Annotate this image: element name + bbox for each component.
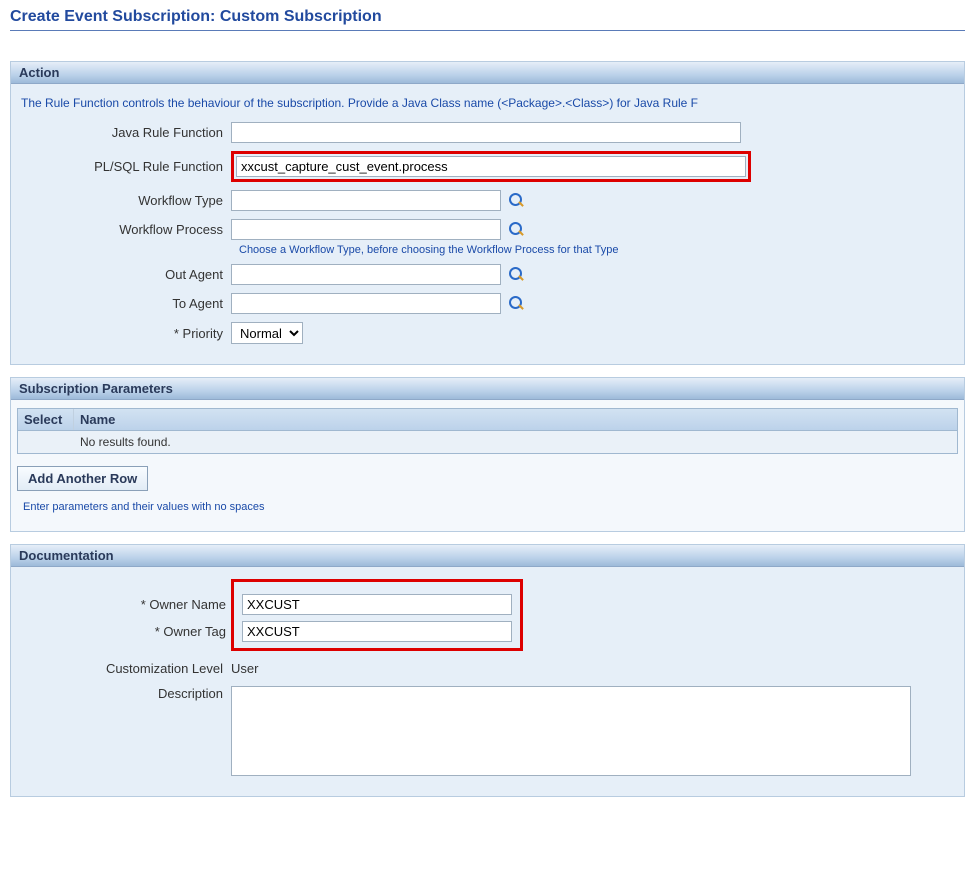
section-header-subscription-parameters: Subscription Parameters [11,378,964,400]
table-row: No results found. [24,435,951,449]
label-owner-name: * Owner Name [24,597,234,612]
section-documentation: Documentation * Owner Name * Owner Tag [10,544,965,797]
section-header-action: Action [11,62,964,84]
label-java-rule-function: Java Rule Function [21,125,231,140]
highlight-plsql [231,151,751,182]
description-textarea[interactable] [231,686,911,776]
label-workflow-process: Workflow Process [21,222,231,237]
owner-tag-input[interactable] [242,621,512,642]
search-icon[interactable] [507,266,525,284]
column-header-name: Name [74,409,957,430]
to-agent-input[interactable] [231,293,501,314]
workflow-type-input[interactable] [231,190,501,211]
label-priority: * Priority [21,326,231,341]
search-icon[interactable] [507,295,525,313]
label-to-agent: To Agent [21,296,231,311]
action-helper-text: The Rule Function controls the behaviour… [21,96,954,110]
priority-select[interactable]: Normal [231,322,303,344]
label-description: Description [21,686,231,701]
out-agent-input[interactable] [231,264,501,285]
parameters-table: Select Name No results found. [17,408,958,454]
title-rule [10,30,965,31]
label-customization-level: Customization Level [21,661,231,676]
java-rule-function-input[interactable] [231,122,741,143]
section-header-documentation: Documentation [11,545,964,567]
label-out-agent: Out Agent [21,267,231,282]
section-subscription-parameters: Subscription Parameters Select Name No r… [10,377,965,532]
column-header-select: Select [18,409,74,430]
label-workflow-type: Workflow Type [21,193,231,208]
page-title: Create Event Subscription: Custom Subscr… [0,0,975,30]
workflow-process-hint: Choose a Workflow Type, before choosing … [239,244,954,256]
owner-name-input[interactable] [242,594,512,615]
section-action: Action The Rule Function controls the be… [10,61,965,365]
plsql-rule-function-input[interactable] [236,156,746,177]
parameters-hint: Enter parameters and their values with n… [23,501,958,513]
search-icon[interactable] [507,221,525,239]
highlight-owner: * Owner Name * Owner Tag [231,579,523,651]
add-another-row-button[interactable]: Add Another Row [17,466,148,491]
label-plsql-rule-function: PL/SQL Rule Function [21,159,231,174]
search-icon[interactable] [507,192,525,210]
table-header-row: Select Name [18,409,957,431]
no-results-message: No results found. [80,435,951,449]
customization-level-value: User [231,659,258,678]
label-owner-tag: * Owner Tag [24,624,234,639]
workflow-process-input[interactable] [231,219,501,240]
